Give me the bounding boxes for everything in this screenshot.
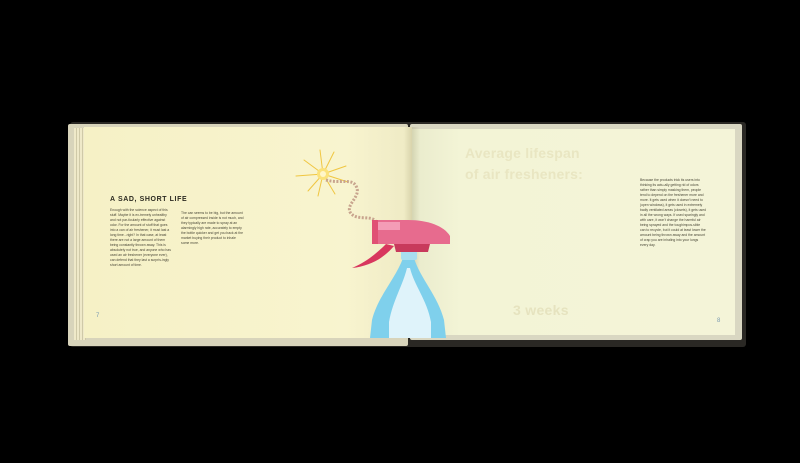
right-page-number: 8 [717,318,721,324]
lifespan-title-line-2: of air fresheners: [465,166,583,182]
spray-trigger [352,244,394,268]
section-heading: A SAD, SHORT LIFE [110,196,188,203]
left-body-column-2: The can seems to be big, but the amount … [181,211,244,245]
lifespan-title-line-1: Average lifespan [465,145,580,161]
lifespan-value: 3 weeks [513,302,569,318]
left-page-number: 7 [96,313,100,319]
right-body-column: Because the products trick its users int… [640,178,706,247]
lifespan-title: Average lifespan of air fresheners: [465,143,585,185]
left-body-column-1: Enough with the science aspect of this s… [110,208,171,267]
fuse [325,178,378,223]
spark-icon [295,149,349,197]
